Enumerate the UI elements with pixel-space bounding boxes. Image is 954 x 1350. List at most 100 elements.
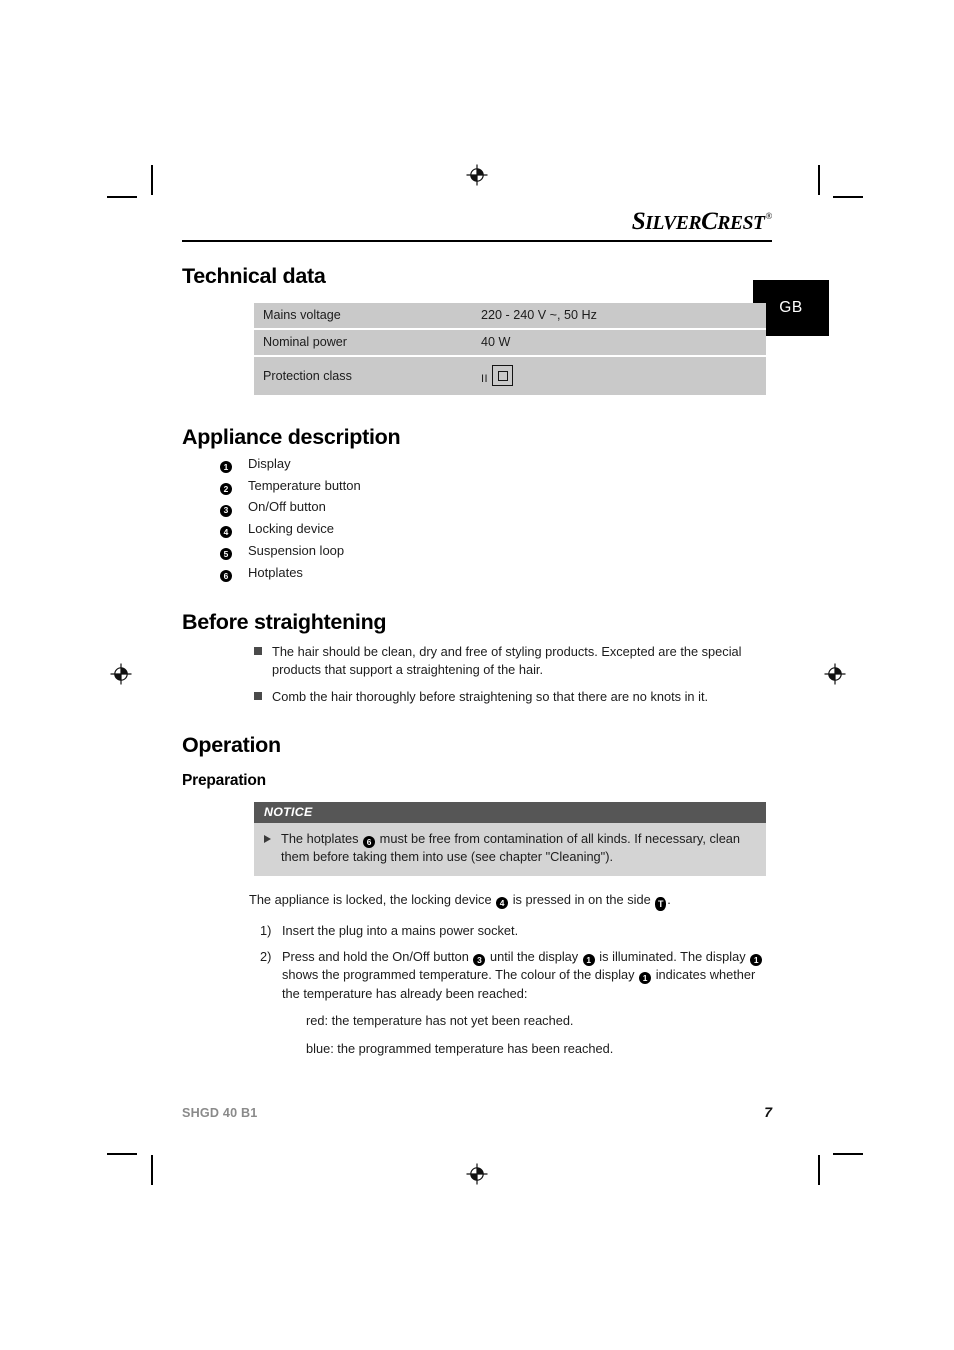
logo-s: S <box>631 208 646 235</box>
part-number-badge: 2 <box>220 482 232 495</box>
step-marker: 2) <box>260 948 272 964</box>
step-part4: shows the programmed temperature. The co… <box>282 967 639 983</box>
step-part3: is illuminated. The display <box>595 948 750 964</box>
square-bullet-icon <box>254 646 262 655</box>
step-part1: Press and hold the On/Off button <box>282 948 473 964</box>
page-title-appliance-description: Appliance description <box>182 425 401 449</box>
operation-steps-list: 1) Insert the plug into a mains power so… <box>182 922 772 1003</box>
notice-body: The hotplates 6 must be free from contam… <box>254 823 766 876</box>
bullet-text: Comb the hair thoroughly before straight… <box>272 689 709 705</box>
logo-ilver: ILVER <box>645 213 702 234</box>
page-footer: SHGD 40 B1 7 <box>182 1104 772 1120</box>
crop-mark-bottom-left-horizontal <box>107 1153 137 1155</box>
table-row: Mains voltage 220 - 240 V ~, 50 Hz <box>254 303 766 330</box>
legend-line-red: red: the temperature has not yet been re… <box>306 1013 574 1029</box>
table-cell-value-protection-class: II <box>472 357 766 395</box>
part-reference-badge: 1 <box>582 953 595 966</box>
part-label: On/Off button <box>248 499 326 515</box>
list-item: The hair should be clean, dry and free o… <box>254 643 772 679</box>
double-insulation-inner-square <box>497 370 508 381</box>
part-number-badge: 6 <box>220 569 232 582</box>
class-2-roman-numeral: II <box>481 372 489 385</box>
list-item: 1 Display <box>220 456 772 474</box>
part-number-badge: 4 <box>220 526 232 539</box>
table-row: Protection class II <box>254 357 766 395</box>
part-label: Display <box>248 456 291 471</box>
list-item: 2 Temperature button <box>220 477 772 495</box>
locked-part1: The appliance is locked, the locking dev… <box>249 891 496 907</box>
list-item: Comb the hair thoroughly before straight… <box>254 688 772 706</box>
table-cell-key: Mains voltage <box>254 303 472 330</box>
step-text: Insert the plug into a mains power socke… <box>282 923 519 939</box>
list-item: 5 Suspension loop <box>220 542 772 561</box>
part-reference-badge: 4 <box>496 896 509 909</box>
subtitle-preparation: Preparation <box>182 772 266 790</box>
crop-mark-top-right-horizontal <box>833 196 863 198</box>
locked-state-paragraph: The appliance is locked, the locking dev… <box>249 891 769 912</box>
header-rule <box>182 240 772 242</box>
side-marker-badge: T <box>655 897 667 912</box>
notice-row: The hotplates 6 must be free from contam… <box>264 830 754 866</box>
page-title-operation: Operation <box>182 733 281 758</box>
part-label: Hotplates <box>248 564 303 580</box>
part-reference-badge: 1 <box>639 972 652 985</box>
registration-mark-bottom <box>466 1163 488 1185</box>
notice-text-part1: The hotplates <box>281 831 363 847</box>
step-part2: until the display <box>486 948 582 964</box>
logo-rest: REST <box>717 213 765 234</box>
class-2-symbol: II <box>481 365 514 386</box>
legend-line-blue: blue: the programmed temperature has bee… <box>306 1040 614 1056</box>
footer-model-name: SHGD 40 B1 <box>182 1106 258 1120</box>
crop-mark-bottom-right-vertical <box>818 1155 820 1185</box>
list-item: 3 On/Off button <box>220 499 772 517</box>
step-marker: 1) <box>260 923 272 939</box>
part-number-badge: 1 <box>220 461 232 474</box>
part-number-badge: 5 <box>220 548 232 561</box>
notice-text: The hotplates 6 must be free from contam… <box>281 830 754 866</box>
list-item: 4 Locking device <box>220 521 772 539</box>
table-cell-value: 220 - 240 V ~, 50 Hz <box>472 303 766 330</box>
logo-c: C <box>701 208 718 235</box>
list-item: 6 Hotplates <box>220 564 772 582</box>
part-reference-badge: 1 <box>750 953 763 966</box>
registration-mark-left <box>110 663 132 685</box>
brand-header: SILVERCREST® <box>182 200 772 242</box>
list-item: 2) Press and hold the On/Off button 3 un… <box>260 948 775 1004</box>
arrow-bullet-icon <box>264 835 271 844</box>
step-text: Press and hold the On/Off button 3 until… <box>282 948 775 1004</box>
registration-mark-top <box>466 164 488 186</box>
table-cell-key: Protection class <box>254 357 472 395</box>
page-content: SILVERCREST® Technical data Mains voltag… <box>182 200 772 1067</box>
part-label: Temperature button <box>248 477 361 493</box>
table-row: Nominal power 40 W <box>254 330 766 357</box>
table-cell-key: Nominal power <box>254 330 472 357</box>
crop-mark-top-left-vertical <box>151 165 153 195</box>
crop-mark-bottom-right-horizontal <box>833 1153 863 1155</box>
table-cell-value: 40 W <box>472 330 766 357</box>
notice-box: NOTICE The hotplates 6 must be free from… <box>254 802 766 876</box>
crop-mark-top-right-vertical <box>818 165 820 195</box>
part-reference-badge: 3 <box>473 953 486 966</box>
registered-trademark-icon: ® <box>765 211 773 221</box>
before-straightening-bullets: The hair should be clean, dry and free o… <box>182 643 772 706</box>
bullet-text: The hair should be clean, dry and free o… <box>272 643 742 677</box>
page-title-technical-data: Technical data <box>182 264 326 288</box>
part-label: Suspension loop <box>248 542 345 558</box>
square-bullet-icon <box>254 692 262 701</box>
page-title-before-straightening: Before straightening <box>182 609 387 634</box>
appliance-parts-list: 1 Display 2 Temperature button 3 On/Off … <box>182 456 772 582</box>
crop-mark-bottom-left-vertical <box>151 1155 153 1185</box>
list-item: 1) Insert the plug into a mains power so… <box>260 922 775 941</box>
part-reference-badge: 6 <box>363 836 376 849</box>
locked-part3: . <box>667 891 671 907</box>
crop-mark-top-left-horizontal <box>107 196 137 198</box>
double-insulation-icon <box>492 365 514 386</box>
language-tab-label: GB <box>779 299 803 316</box>
temperature-colour-legend: red: the temperature has not yet been re… <box>306 1012 772 1058</box>
silvercrest-logo: SILVERCREST® <box>631 208 773 236</box>
notice-title: NOTICE <box>254 802 766 824</box>
part-label: Locking device <box>248 521 334 537</box>
footer-page-number: 7 <box>764 1104 772 1120</box>
technical-data-table: Mains voltage 220 - 240 V ~, 50 Hz Nomin… <box>254 303 766 395</box>
locked-part2: is pressed in on the side <box>509 891 655 907</box>
